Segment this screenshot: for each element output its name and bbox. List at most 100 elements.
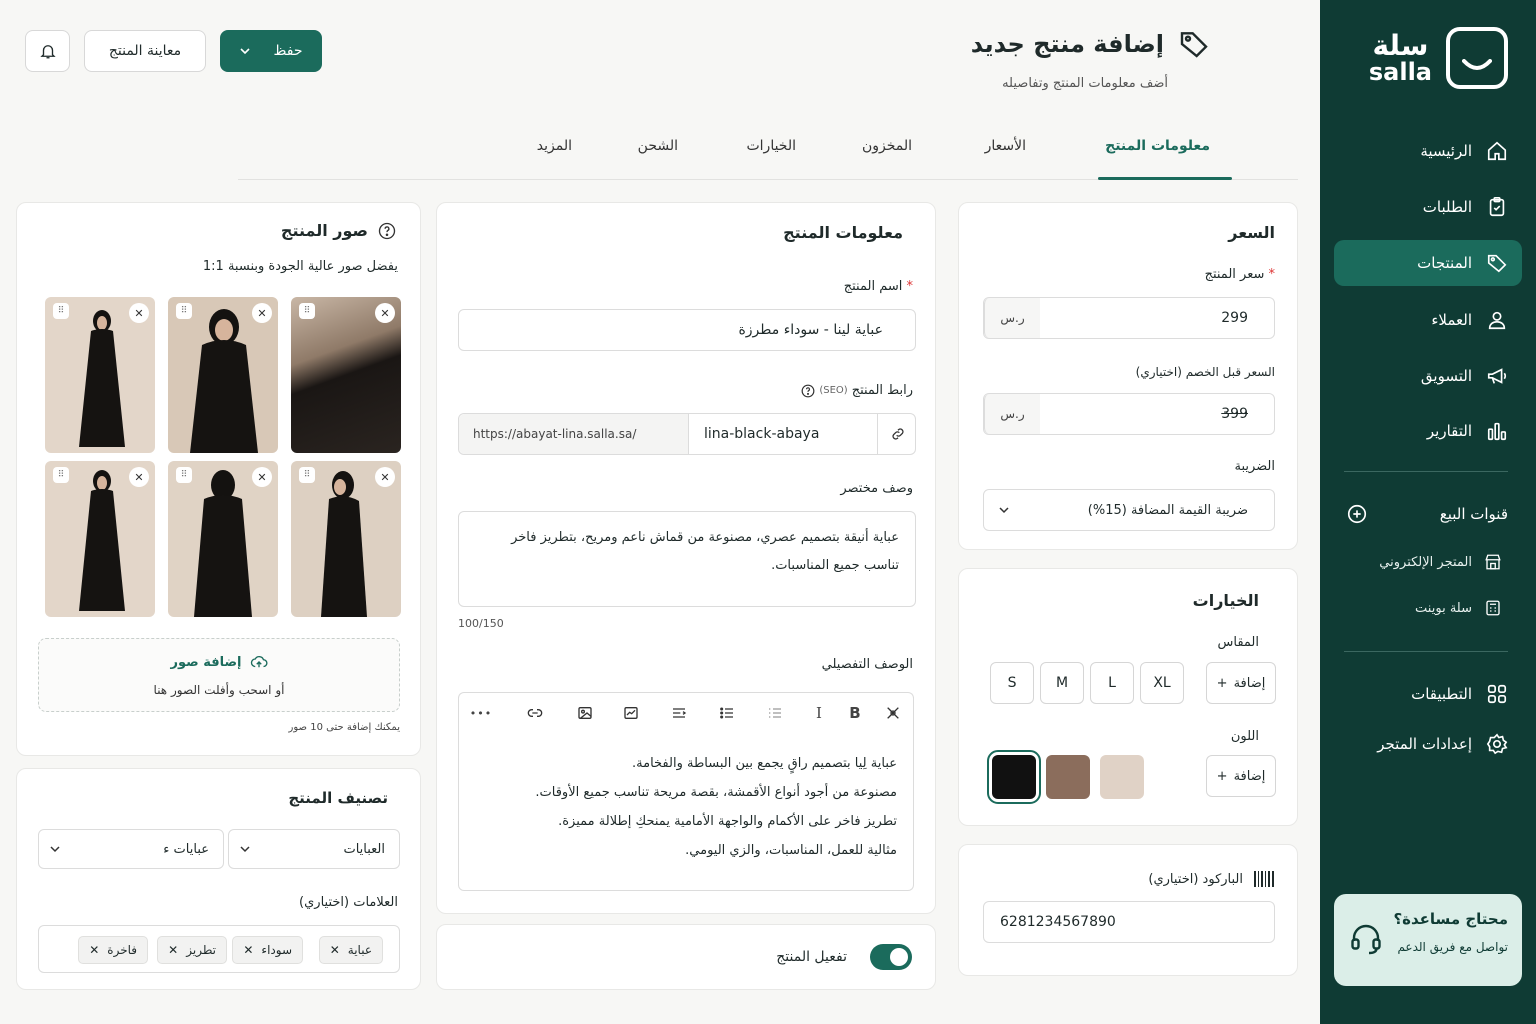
bullet-list-icon[interactable] xyxy=(717,703,737,723)
link-icon[interactable] xyxy=(525,703,545,723)
add-images-row: إضافة صور xyxy=(39,653,399,671)
numbered-list-icon[interactable] xyxy=(765,703,785,723)
close-icon[interactable]: ✕ xyxy=(375,467,395,487)
sidebar-item-settings[interactable]: إعدادات المتجر xyxy=(1334,721,1522,767)
remove-tag-icon[interactable]: ✕ xyxy=(89,943,99,957)
tax-select[interactable]: ضريبة القيمة المضافة (15%) xyxy=(983,489,1275,531)
sidebar-item-sales-channels[interactable]: قنوات البيع xyxy=(1334,491,1522,537)
drag-handle-icon[interactable]: ⠿ xyxy=(53,303,69,319)
image-icon[interactable] xyxy=(575,703,595,723)
close-icon[interactable]: ✕ xyxy=(375,303,395,323)
color-swatch-selected[interactable] xyxy=(987,750,1041,804)
tab-more[interactable]: المزيد xyxy=(537,138,572,154)
italic-button[interactable]: I xyxy=(809,703,829,723)
price-input[interactable]: ر.س 299 xyxy=(983,297,1275,339)
chart-embed-icon[interactable] xyxy=(621,703,641,723)
product-name-label: * اسم المنتج xyxy=(843,279,913,294)
product-photo[interactable]: ✕ ⠿ xyxy=(168,461,278,617)
activate-label: تفعيل المنتج xyxy=(776,949,847,965)
product-name-input[interactable]: عباية لينا - سوداء مطرزة xyxy=(458,309,916,351)
detailed-description-editor[interactable]: عباية لِيا بتصميم راقٍ يجمع بين البساطة … xyxy=(458,731,914,891)
close-icon[interactable]: ✕ xyxy=(252,303,272,323)
sidebar-item-label: التسويق xyxy=(1420,367,1472,385)
drag-handle-icon[interactable]: ⠿ xyxy=(53,467,69,483)
clear-format-icon[interactable] xyxy=(883,703,903,723)
save-button[interactable]: حفظ xyxy=(220,30,322,72)
close-icon[interactable]: ✕ xyxy=(129,303,149,323)
help-card[interactable]: محتاج مساعدة؟ تواصل مع فريق الدعم xyxy=(1334,894,1522,986)
drag-handle-icon[interactable]: ⠿ xyxy=(176,303,192,319)
tax-label: الضريبة xyxy=(1234,459,1275,474)
more-options-icon[interactable]: ••• xyxy=(470,703,491,723)
color-swatch[interactable] xyxy=(1046,755,1090,799)
link-icon[interactable] xyxy=(877,414,917,454)
align-icon[interactable] xyxy=(669,703,689,723)
url-slug: lina-black-abaya xyxy=(704,426,820,442)
drag-handle-icon[interactable]: ⠿ xyxy=(176,467,192,483)
price-label: * سعر المنتج xyxy=(1204,267,1275,282)
short-description-line: عباية أنيقة بتصميم عصري، مصنوعة من قماش … xyxy=(511,530,899,545)
add-color-button[interactable]: إضافة + xyxy=(1206,755,1276,797)
tax-value: ضريبة القيمة المضافة (15%) xyxy=(1087,502,1248,518)
help-circle-icon[interactable] xyxy=(801,384,815,398)
size-option[interactable]: L xyxy=(1090,662,1134,704)
remove-tag-icon[interactable]: ✕ xyxy=(330,943,340,957)
bold-button[interactable]: B xyxy=(845,703,865,723)
sidebar-item-products[interactable]: المنتجات xyxy=(1334,240,1522,286)
product-photo[interactable]: ✕ ⠿ xyxy=(168,297,278,453)
tab-product-info[interactable]: معلومات المنتج xyxy=(1105,138,1210,154)
sidebar-item-home[interactable]: الرئيسية xyxy=(1334,128,1522,174)
add-circle-icon[interactable] xyxy=(1346,503,1368,525)
size-option[interactable]: XL xyxy=(1140,662,1184,704)
notifications-button[interactable] xyxy=(25,30,70,72)
sidebar-item-online-store[interactable]: المتجر الإلكتروني xyxy=(1338,547,1516,577)
tab-pricing[interactable]: الأسعار xyxy=(985,138,1026,154)
logo-text-ar: سلة xyxy=(1372,29,1429,62)
tab-options[interactable]: الخيارات xyxy=(746,138,796,154)
activate-toggle[interactable] xyxy=(870,944,912,970)
sidebar-divider xyxy=(1344,651,1508,652)
preview-product-button[interactable]: معاينة المنتج xyxy=(84,30,206,72)
sidebar-item-orders[interactable]: الطلبات xyxy=(1334,184,1522,230)
tab-shipping[interactable]: الشحن xyxy=(638,138,678,154)
help-circle-icon[interactable] xyxy=(378,222,396,240)
drag-handle-icon[interactable]: ⠿ xyxy=(299,467,315,483)
short-description-input[interactable]: عباية أنيقة بتصميم عصري، مصنوعة من قماش … xyxy=(458,511,916,607)
barcode-input[interactable]: 6281234567890 xyxy=(983,901,1275,943)
tab-inventory[interactable]: المخزون xyxy=(862,138,912,154)
add-size-button[interactable]: إضافة + xyxy=(1206,662,1276,704)
color-swatch[interactable] xyxy=(1100,755,1144,799)
product-tabs: معلومات المنتج الأسعار المخزون الخيارات … xyxy=(238,124,1298,180)
sidebar: سلة salla الرئيسية الطلبات المنتجات العم… xyxy=(1320,0,1536,1024)
chevron-down-icon[interactable] xyxy=(239,45,251,57)
price-value: 299 xyxy=(1221,310,1248,326)
remove-tag-icon[interactable]: ✕ xyxy=(243,943,253,957)
category-select[interactable]: العبايات xyxy=(228,829,400,869)
sidebar-item-apps[interactable]: التطبيقات xyxy=(1334,671,1522,717)
product-url-input[interactable]: https://abayat-lina.salla.sa/ lina-black… xyxy=(458,413,916,455)
sidebar-item-salla-point[interactable]: سلة بوينت xyxy=(1338,593,1516,623)
close-icon[interactable]: ✕ xyxy=(129,467,149,487)
sidebar-item-label: المنتجات xyxy=(1417,254,1472,272)
barcode-label: الباركود (اختياري) xyxy=(1148,871,1243,887)
product-photo[interactable]: ✕ ⠿ xyxy=(291,297,401,453)
size-option[interactable]: M xyxy=(1040,662,1084,704)
subcategory-select[interactable]: عبايات ء xyxy=(38,829,224,869)
sidebar-item-marketing[interactable]: التسويق xyxy=(1334,353,1522,399)
image-upload-dropzone[interactable]: إضافة صور أو اسحب وأفلت الصور هنا xyxy=(38,638,400,712)
product-photo[interactable]: ✕ ⠿ xyxy=(45,461,155,617)
salla-logo[interactable]: سلة salla xyxy=(1368,26,1508,90)
url-base: https://abayat-lina.salla.sa/ xyxy=(459,414,689,454)
product-photo[interactable]: ✕ ⠿ xyxy=(45,297,155,453)
sidebar-item-customers[interactable]: العملاء xyxy=(1334,297,1522,343)
sidebar-item-reports[interactable]: التقارير xyxy=(1334,408,1522,454)
drag-handle-icon[interactable]: ⠿ xyxy=(299,303,315,319)
size-option[interactable]: S xyxy=(990,662,1034,704)
product-photo[interactable]: ✕ ⠿ xyxy=(291,461,401,617)
compare-price-input[interactable]: ر.س 399 xyxy=(983,393,1275,435)
drop-hint: أو اسحب وأفلت الصور هنا xyxy=(153,683,285,697)
compare-price-value: 399 xyxy=(1221,406,1248,422)
save-label: حفظ xyxy=(273,43,303,59)
remove-tag-icon[interactable]: ✕ xyxy=(168,943,178,957)
close-icon[interactable]: ✕ xyxy=(252,467,272,487)
